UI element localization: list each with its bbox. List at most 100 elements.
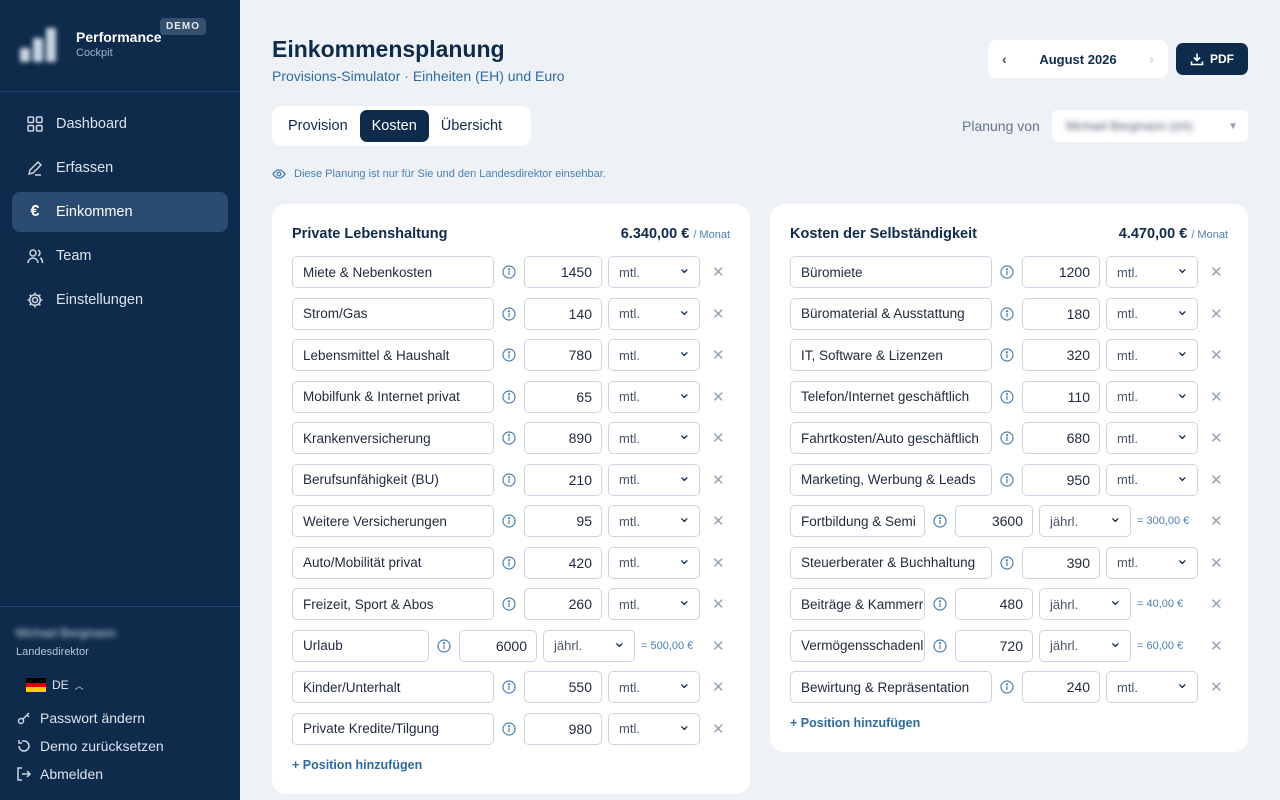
period-select[interactable]: mtl. ⌄ [1106, 297, 1198, 330]
amount-input[interactable]: 980 [524, 712, 602, 745]
remove-position-icon[interactable]: ✕ [1210, 346, 1223, 364]
remove-position-icon[interactable]: ✕ [712, 595, 725, 613]
period-select[interactable]: mtl. ⌄ [1106, 256, 1198, 288]
period-select[interactable]: jährl. ⌄ [543, 629, 635, 662]
amount-input[interactable]: 3600 [955, 505, 1033, 537]
amount-input[interactable]: 1450 [524, 256, 602, 288]
period-select[interactable]: mtl. ⌄ [608, 671, 700, 703]
position-name-input[interactable]: Bewirtung & Repräsentation [790, 671, 992, 703]
position-name-input[interactable]: Auto/Mobilität privat [292, 546, 494, 579]
remove-position-icon[interactable]: ✕ [712, 554, 725, 572]
position-name-input[interactable]: Freizeit, Sport & Abos [292, 588, 494, 620]
info-icon[interactable] [992, 348, 1022, 362]
position-name-input[interactable]: Büromaterial & Ausstattung [790, 297, 992, 330]
nav-item-team[interactable]: Team [12, 236, 228, 276]
amount-input[interactable]: 890 [524, 422, 602, 454]
amount-input[interactable]: 240 [1022, 671, 1100, 703]
tab-provision[interactable]: Provision [276, 110, 360, 142]
period-select[interactable]: mtl. ⌄ [608, 546, 700, 579]
add-position-button[interactable]: + Position hinzufügen [292, 758, 422, 772]
position-name-input[interactable]: Fortbildung & Semi [790, 505, 925, 537]
period-select[interactable]: mtl. ⌄ [1106, 671, 1198, 703]
period-select[interactable]: mtl. ⌄ [608, 505, 700, 537]
nav-item-dashboard[interactable]: Dashboard [12, 104, 228, 144]
amount-input[interactable]: 260 [524, 588, 602, 620]
remove-position-icon[interactable]: ✕ [1210, 678, 1223, 696]
info-icon[interactable] [494, 389, 524, 404]
amount-input[interactable]: 720 [955, 629, 1033, 662]
position-name-input[interactable]: Vermögensschadenl [790, 629, 925, 662]
period-select[interactable]: mtl. ⌄ [1106, 380, 1198, 413]
info-icon[interactable] [992, 389, 1022, 404]
info-icon[interactable] [925, 597, 955, 611]
remove-position-icon[interactable]: ✕ [1210, 388, 1223, 406]
chevron-left-icon[interactable]: ‹ [1002, 51, 1007, 67]
remove-position-icon[interactable]: ✕ [712, 637, 725, 655]
amount-input[interactable]: 420 [524, 546, 602, 579]
amount-input[interactable]: 780 [524, 339, 602, 371]
remove-position-icon[interactable]: ✕ [1210, 554, 1223, 572]
period-select[interactable]: mtl. ⌄ [608, 339, 700, 371]
change-password-link[interactable]: Passwort ändern [16, 709, 145, 727]
info-icon[interactable] [429, 638, 459, 653]
remove-position-icon[interactable]: ✕ [1210, 305, 1223, 323]
position-name-input[interactable]: Telefon/Internet geschäftlich [790, 380, 992, 413]
remove-position-icon[interactable]: ✕ [712, 678, 725, 696]
add-position-button[interactable]: + Position hinzufügen [790, 716, 920, 730]
period-select[interactable]: jährl. ⌄ [1039, 629, 1131, 662]
info-icon[interactable] [494, 514, 524, 528]
remove-position-icon[interactable]: ✕ [712, 512, 725, 530]
info-icon[interactable] [992, 306, 1022, 321]
info-icon[interactable] [494, 721, 524, 736]
info-icon[interactable] [494, 306, 524, 321]
nav-item-einstellungen[interactable]: Einstellungen [12, 280, 228, 320]
position-name-input[interactable]: Weitere Versicherungen [292, 505, 494, 537]
info-icon[interactable] [494, 597, 524, 611]
info-icon[interactable] [992, 680, 1022, 694]
amount-input[interactable]: 550 [524, 671, 602, 703]
period-select[interactable]: jährl. ⌄ [1039, 505, 1131, 537]
period-select[interactable]: mtl. ⌄ [608, 256, 700, 288]
info-icon[interactable] [494, 265, 524, 279]
period-select[interactable]: mtl. ⌄ [608, 588, 700, 620]
period-select[interactable]: mtl. ⌄ [1106, 422, 1198, 454]
amount-input[interactable]: 1200 [1022, 256, 1100, 288]
position-name-input[interactable]: IT, Software & Lizenzen [790, 339, 992, 371]
tab-uebersicht[interactable]: Übersicht [429, 110, 514, 142]
nav-item-einkommen[interactable]: € Einkommen [12, 192, 228, 232]
remove-position-icon[interactable]: ✕ [1210, 637, 1223, 655]
remove-position-icon[interactable]: ✕ [1210, 263, 1223, 281]
planung-select[interactable]: Michael Bergmann (ich) ▼ [1052, 110, 1248, 142]
info-icon[interactable] [494, 472, 524, 487]
logout-link[interactable]: Abmelden [16, 765, 103, 783]
remove-position-icon[interactable]: ✕ [712, 388, 725, 406]
position-name-input[interactable]: Kinder/Unterhalt [292, 671, 494, 703]
amount-input[interactable]: 950 [1022, 463, 1100, 496]
info-icon[interactable] [992, 265, 1022, 279]
amount-input[interactable]: 480 [955, 588, 1033, 620]
amount-input[interactable]: 390 [1022, 546, 1100, 579]
remove-position-icon[interactable]: ✕ [712, 720, 725, 738]
position-name-input[interactable]: Strom/Gas [292, 297, 494, 330]
amount-input[interactable]: 680 [1022, 422, 1100, 454]
position-name-input[interactable]: Miete & Nebenkosten [292, 256, 494, 288]
remove-position-icon[interactable]: ✕ [712, 305, 725, 323]
position-name-input[interactable]: Krankenversicherung [292, 422, 494, 454]
period-select[interactable]: mtl. ⌄ [608, 463, 700, 496]
period-select[interactable]: mtl. ⌄ [608, 712, 700, 745]
info-icon[interactable] [992, 555, 1022, 570]
remove-position-icon[interactable]: ✕ [712, 429, 725, 447]
position-name-input[interactable]: Urlaub [292, 629, 429, 662]
position-name-input[interactable]: Steuerberater & Buchhaltung [790, 546, 992, 579]
amount-input[interactable]: 6000 [459, 629, 537, 662]
amount-input[interactable]: 180 [1022, 297, 1100, 330]
info-icon[interactable] [494, 555, 524, 570]
info-icon[interactable] [494, 348, 524, 362]
period-select[interactable]: mtl. ⌄ [1106, 463, 1198, 496]
remove-position-icon[interactable]: ✕ [1210, 512, 1223, 530]
position-name-input[interactable]: Büromiete [790, 256, 992, 288]
amount-input[interactable]: 110 [1022, 380, 1100, 413]
remove-position-icon[interactable]: ✕ [1210, 471, 1223, 489]
position-name-input[interactable]: Mobilfunk & Internet privat [292, 380, 494, 413]
period-select[interactable]: mtl. ⌄ [1106, 339, 1198, 371]
